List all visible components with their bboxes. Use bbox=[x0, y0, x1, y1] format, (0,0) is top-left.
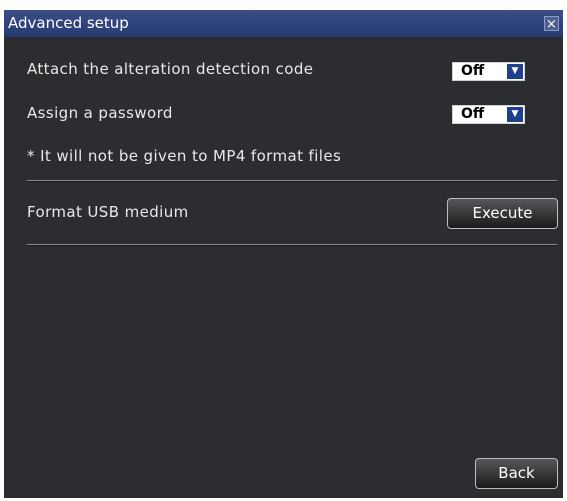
close-icon[interactable]: × bbox=[544, 16, 559, 32]
back-button[interactable]: Back bbox=[475, 458, 558, 489]
divider bbox=[27, 244, 557, 246]
alteration-detection-label: Attach the alteration detection code bbox=[27, 60, 314, 78]
title-bar: Advanced setup × bbox=[4, 10, 563, 37]
mp4-note: * It will not be given to MP4 format fil… bbox=[27, 147, 342, 165]
divider bbox=[27, 180, 557, 182]
format-usb-label: Format USB medium bbox=[27, 203, 189, 221]
execute-button[interactable]: Execute bbox=[447, 198, 558, 229]
chevron-down-icon[interactable]: ▼ bbox=[507, 107, 523, 122]
alteration-detection-select[interactable]: Off ▼ bbox=[452, 62, 525, 81]
alteration-detection-value: Off bbox=[461, 63, 485, 79]
dialog-title: Advanced setup bbox=[8, 14, 129, 32]
chevron-down-icon[interactable]: ▼ bbox=[507, 64, 523, 79]
advanced-setup-dialog: Advanced setup × Attach the alteration d… bbox=[4, 10, 563, 498]
assign-password-select[interactable]: Off ▼ bbox=[452, 105, 525, 124]
assign-password-label: Assign a password bbox=[27, 104, 173, 122]
assign-password-value: Off bbox=[461, 106, 485, 122]
